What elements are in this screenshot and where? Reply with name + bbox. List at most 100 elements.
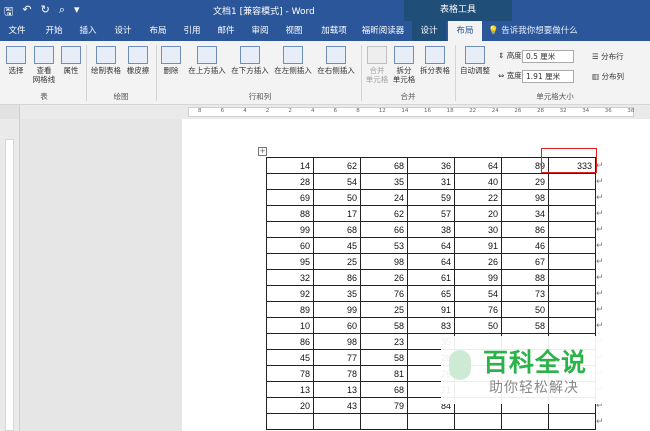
table-cell[interactable]: 13 bbox=[313, 381, 361, 398]
table-cell[interactable]: 64 bbox=[407, 253, 455, 270]
table-cell[interactable]: 95 bbox=[266, 253, 314, 270]
table-row[interactable]: 60 45 53 64 91 46 ↵ bbox=[266, 237, 605, 254]
table-cell[interactable]: 29 bbox=[501, 173, 549, 190]
table-row[interactable]: 88 17 62 57 20 34 ↵ bbox=[266, 205, 605, 222]
redo-icon[interactable]: ↻ bbox=[41, 3, 50, 22]
table-cell[interactable]: 78 bbox=[313, 365, 361, 382]
eraser-button[interactable]: 橡皮擦 bbox=[124, 46, 152, 75]
table-cell[interactable]: 73 bbox=[501, 285, 549, 302]
table-row[interactable]: 28 54 35 31 40 29 ↵ bbox=[266, 173, 605, 190]
table-cell[interactable] bbox=[548, 237, 596, 254]
table-cell[interactable]: 76 bbox=[360, 285, 408, 302]
table-cell[interactable] bbox=[313, 413, 361, 430]
table-cell[interactable]: 54 bbox=[313, 173, 361, 190]
table-row[interactable]: 95 25 98 64 26 67 ↵ bbox=[266, 253, 605, 270]
delete-button[interactable]: 删除 bbox=[160, 46, 182, 75]
table-cell[interactable]: 26 bbox=[454, 253, 502, 270]
insert-below-button[interactable]: 在下方插入 bbox=[229, 46, 271, 75]
view-gridlines-button[interactable]: 查看 网格线 bbox=[31, 46, 57, 84]
table-cell[interactable]: 65 bbox=[407, 285, 455, 302]
tab-review[interactable]: 审阅 bbox=[244, 21, 276, 41]
table-cell[interactable]: 78 bbox=[266, 365, 314, 382]
table-cell[interactable]: 50 bbox=[501, 301, 549, 318]
table-cell[interactable]: 83 bbox=[407, 317, 455, 334]
table-cell[interactable]: 88 bbox=[266, 205, 314, 222]
table-cell[interactable]: 23 bbox=[360, 333, 408, 350]
table-cell[interactable]: 22 bbox=[454, 189, 502, 206]
table-cell[interactable]: 58 bbox=[360, 349, 408, 366]
table-cell[interactable]: 79 bbox=[360, 397, 408, 414]
table-cell[interactable]: 35 bbox=[313, 285, 361, 302]
table-cell[interactable]: 77 bbox=[313, 349, 361, 366]
table-cell[interactable]: 30 bbox=[454, 221, 502, 238]
customize-qat-icon[interactable]: ▾ bbox=[74, 3, 80, 22]
table-cell[interactable]: 26 bbox=[360, 269, 408, 286]
table-cell[interactable]: 17 bbox=[313, 205, 361, 222]
table-cell[interactable] bbox=[548, 269, 596, 286]
insert-left-button[interactable]: 在左侧插入 bbox=[272, 46, 314, 75]
tab-references[interactable]: 引用 bbox=[176, 21, 208, 41]
table-cell[interactable]: 86 bbox=[501, 221, 549, 238]
table-cell[interactable] bbox=[548, 205, 596, 222]
table-cell[interactable]: 59 bbox=[407, 189, 455, 206]
tell-me-box[interactable]: 💡 告诉我你想要做什么 bbox=[488, 21, 578, 41]
table-cell[interactable] bbox=[548, 413, 596, 430]
table-cell[interactable]: 98 bbox=[313, 333, 361, 350]
table-cell[interactable]: 58 bbox=[360, 317, 408, 334]
table-cell[interactable] bbox=[548, 173, 596, 190]
autofit-button[interactable]: 自动调整 bbox=[458, 46, 492, 75]
table-cell[interactable] bbox=[548, 253, 596, 270]
table-cell[interactable]: 68 bbox=[360, 381, 408, 398]
table-cell[interactable]: 28 bbox=[266, 173, 314, 190]
table-cell[interactable]: 68 bbox=[360, 157, 408, 174]
table-cell[interactable]: 86 bbox=[313, 269, 361, 286]
tab-home[interactable]: 开始 bbox=[38, 21, 70, 41]
table-cell[interactable]: 99 bbox=[454, 269, 502, 286]
vertical-ruler[interactable] bbox=[0, 119, 20, 431]
table-cell[interactable] bbox=[548, 189, 596, 206]
table-cell[interactable]: 34 bbox=[501, 205, 549, 222]
table-cell[interactable]: 62 bbox=[360, 205, 408, 222]
table-row[interactable]: 92 35 76 65 54 73 ↵ bbox=[266, 285, 605, 302]
tab-table-design[interactable]: 设计 bbox=[412, 21, 446, 41]
table-cell[interactable]: 35 bbox=[360, 173, 408, 190]
table-cell[interactable]: 98 bbox=[501, 189, 549, 206]
table-cell[interactable]: 25 bbox=[360, 301, 408, 318]
table-move-handle-icon[interactable]: + bbox=[258, 147, 267, 156]
table-cell[interactable]: 89 bbox=[266, 301, 314, 318]
table-cell[interactable]: 46 bbox=[501, 237, 549, 254]
table-row[interactable]: 10 60 58 83 50 58 ↵ bbox=[266, 317, 605, 334]
table-cell[interactable] bbox=[266, 413, 314, 430]
tab-layout[interactable]: 布局 bbox=[142, 21, 174, 41]
tab-addins[interactable]: 加载项 bbox=[314, 21, 354, 41]
table-cell[interactable]: 24 bbox=[360, 189, 408, 206]
table-cell[interactable]: 25 bbox=[313, 253, 361, 270]
table-cell[interactable] bbox=[548, 221, 596, 238]
table-row[interactable]: ↵ bbox=[266, 413, 605, 430]
table-row[interactable]: 89 99 25 91 76 50 ↵ bbox=[266, 301, 605, 318]
table-cell[interactable]: 32 bbox=[266, 269, 314, 286]
table-cell[interactable]: 62 bbox=[313, 157, 361, 174]
ruler-corner-tab-selector[interactable] bbox=[0, 105, 20, 119]
table-cell[interactable]: 66 bbox=[360, 221, 408, 238]
table-cell[interactable]: 67 bbox=[501, 253, 549, 270]
table-cell[interactable] bbox=[548, 285, 596, 302]
table-cell[interactable]: 43 bbox=[313, 397, 361, 414]
table-cell[interactable] bbox=[360, 413, 408, 430]
table-cell[interactable]: 20 bbox=[454, 205, 502, 222]
table-cell[interactable] bbox=[548, 317, 596, 334]
tab-view[interactable]: 视图 bbox=[278, 21, 310, 41]
table-cell[interactable] bbox=[548, 301, 596, 318]
tab-mailings[interactable]: 邮件 bbox=[210, 21, 242, 41]
table-cell[interactable]: 14 bbox=[266, 157, 314, 174]
tab-design[interactable]: 设计 bbox=[107, 21, 139, 41]
tab-file[interactable]: 文件 bbox=[2, 21, 32, 41]
table-cell[interactable]: 50 bbox=[454, 317, 502, 334]
print-preview-icon[interactable]: ⌕ bbox=[59, 3, 65, 22]
table-cell[interactable]: 53 bbox=[360, 237, 408, 254]
table-cell[interactable]: 57 bbox=[407, 205, 455, 222]
table-cell[interactable]: 13 bbox=[266, 381, 314, 398]
draw-table-button[interactable]: 绘制表格 bbox=[90, 46, 122, 75]
table-cell[interactable]: 36 bbox=[407, 157, 455, 174]
table-row[interactable]: 69 50 24 59 22 98 ↵ bbox=[266, 189, 605, 206]
